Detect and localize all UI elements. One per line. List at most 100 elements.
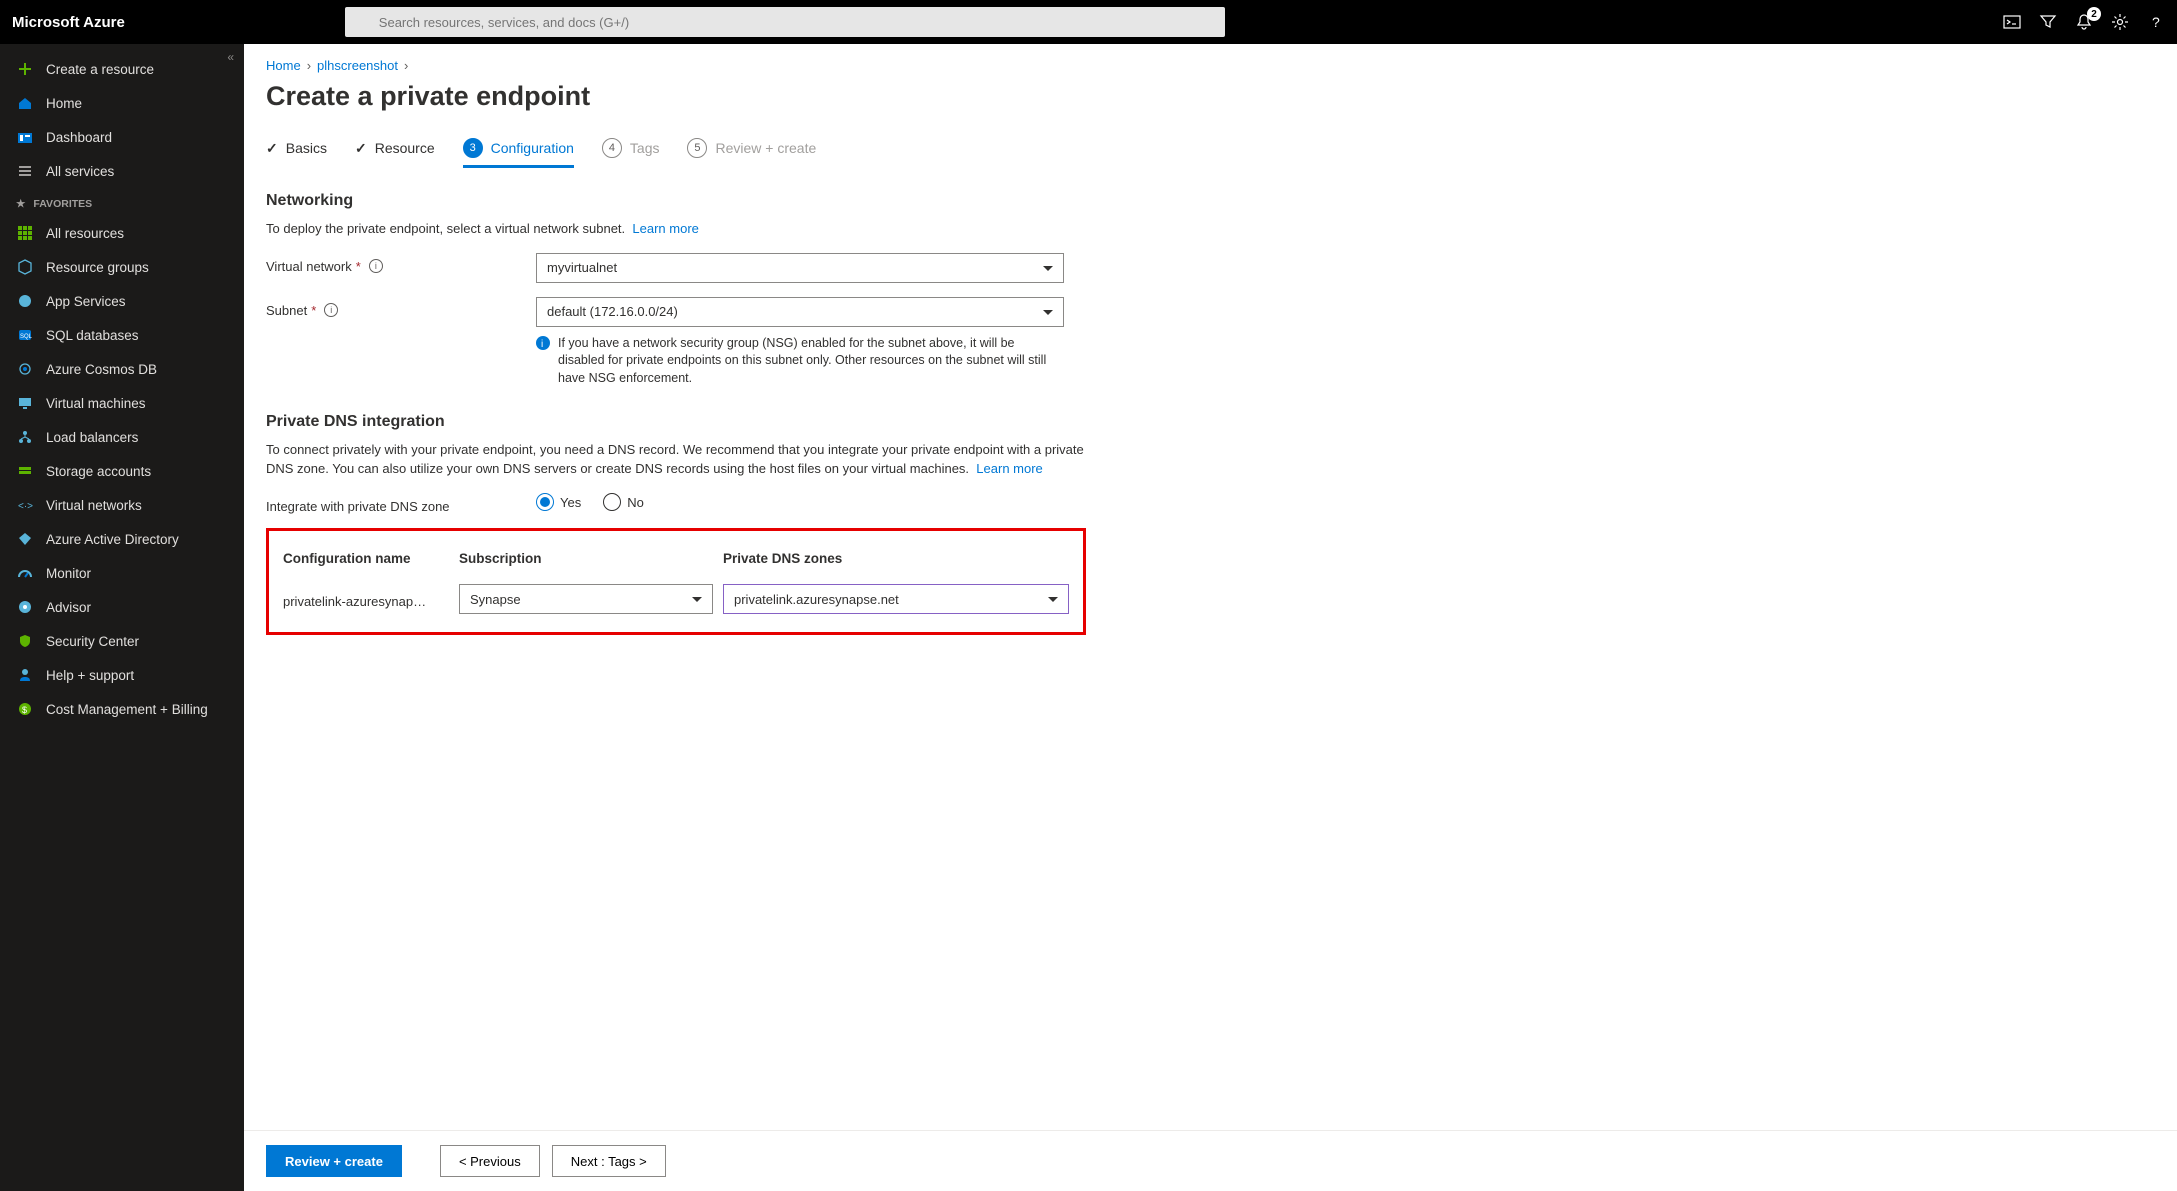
gauge-icon xyxy=(16,564,34,582)
shield-icon xyxy=(16,632,34,650)
info-icon[interactable]: i xyxy=(324,303,338,317)
sidebar-item-cost[interactable]: $Cost Management + Billing xyxy=(0,692,244,726)
person-icon xyxy=(16,666,34,684)
settings-icon[interactable] xyxy=(2111,13,2129,31)
dns-zone-table: Configuration name Subscription Private … xyxy=(266,528,1086,635)
info-icon[interactable]: i xyxy=(369,259,383,273)
radio-yes[interactable]: Yes xyxy=(536,493,581,511)
sidebar-item-label: Home xyxy=(46,96,82,111)
notifications-icon[interactable]: 2 xyxy=(2075,13,2093,31)
sidebar-item-label: Resource groups xyxy=(46,260,149,275)
sidebar-item-label: Storage accounts xyxy=(46,464,151,479)
sidebar-item-label: Load balancers xyxy=(46,430,138,445)
breadcrumb: Home › plhscreenshot › xyxy=(266,58,2155,73)
integrate-label: Integrate with private DNS zone xyxy=(266,493,536,514)
section-title: Private DNS integration xyxy=(266,413,2155,431)
col-zones: Private DNS zones xyxy=(723,551,1069,566)
star-icon: ★ xyxy=(16,198,25,210)
sidebar-item-cosmos[interactable]: Azure Cosmos DB xyxy=(0,352,244,386)
wizard-footer: Review + create < Previous Next : Tags > xyxy=(244,1130,2177,1191)
sidebar-item-advisor[interactable]: Advisor xyxy=(0,590,244,624)
collapse-sidebar-icon[interactable]: « xyxy=(227,50,234,64)
sidebar-item-label: Monitor xyxy=(46,566,91,581)
next-button[interactable]: Next : Tags > xyxy=(552,1145,666,1177)
sidebar-item-aad[interactable]: Azure Active Directory xyxy=(0,522,244,556)
sidebar-item-sql[interactable]: SQLSQL databases xyxy=(0,318,244,352)
list-icon xyxy=(16,162,34,180)
svg-text:$: $ xyxy=(22,705,27,715)
sidebar-item-resource-groups[interactable]: Resource groups xyxy=(0,250,244,284)
sidebar-item-help[interactable]: Help + support xyxy=(0,658,244,692)
sidebar-item-storage[interactable]: Storage accounts xyxy=(0,454,244,488)
tab-configuration[interactable]: 3Configuration xyxy=(463,138,574,168)
section-desc: To deploy the private endpoint, select a… xyxy=(266,220,1086,239)
table-header: Configuration name Subscription Private … xyxy=(283,541,1069,584)
sidebar-item-label: Azure Active Directory xyxy=(46,532,179,547)
tab-tags[interactable]: 4Tags xyxy=(602,138,660,168)
subscription-select[interactable]: Synapse xyxy=(459,584,713,614)
breadcrumb-item[interactable]: plhscreenshot xyxy=(317,58,398,73)
notification-badge: 2 xyxy=(2087,7,2101,21)
previous-button[interactable]: < Previous xyxy=(440,1145,540,1177)
radio-dot-icon xyxy=(603,493,621,511)
svg-text:i: i xyxy=(541,339,543,350)
directory-filter-icon[interactable] xyxy=(2039,13,2057,31)
top-bar: Microsoft Azure 2 ? xyxy=(0,0,2177,44)
sidebar-item-vm[interactable]: Virtual machines xyxy=(0,386,244,420)
top-icons: 2 ? xyxy=(2003,13,2165,31)
tab-review[interactable]: 5Review + create xyxy=(687,138,816,168)
learn-more-link[interactable]: Learn more xyxy=(632,221,698,236)
sidebar-item-label: Help + support xyxy=(46,668,134,683)
favorites-label: ★ FAVORITES xyxy=(0,188,244,216)
sidebar-create-resource[interactable]: Create a resource xyxy=(0,52,244,86)
vnet-label: Virtual network*i xyxy=(266,253,536,274)
sidebar-item-vnet[interactable]: <·> Virtual networks xyxy=(0,488,244,522)
sidebar-dashboard[interactable]: Dashboard xyxy=(0,120,244,154)
svg-text:SQL: SQL xyxy=(20,334,33,340)
radio-dot-icon xyxy=(536,493,554,511)
main-content: Home › plhscreenshot › Create a private … xyxy=(244,44,2177,1191)
help-icon[interactable]: ? xyxy=(2147,13,2165,31)
cloud-shell-icon[interactable] xyxy=(2003,13,2021,31)
dns-section: Private DNS integration To connect priva… xyxy=(266,413,2155,635)
sidebar-item-label: All resources xyxy=(46,226,124,241)
globe-icon xyxy=(16,292,34,310)
sidebar-item-label: Advisor xyxy=(46,600,91,615)
sidebar-item-security[interactable]: Security Center xyxy=(0,624,244,658)
dns-zone-select[interactable]: privatelink.azuresynapse.net xyxy=(723,584,1069,614)
grid-icon xyxy=(16,224,34,242)
sidebar-item-label: Virtual networks xyxy=(46,498,142,513)
sql-icon: SQL xyxy=(16,326,34,344)
sidebar-item-lb[interactable]: Load balancers xyxy=(0,420,244,454)
sidebar-item-monitor[interactable]: Monitor xyxy=(0,556,244,590)
sidebar-item-all-resources[interactable]: All resources xyxy=(0,216,244,250)
tab-resource[interactable]: Resource xyxy=(355,140,435,167)
lb-icon xyxy=(16,428,34,446)
sidebar-all-services[interactable]: All services xyxy=(0,154,244,188)
subnet-hint: i If you have a network security group (… xyxy=(536,335,1064,388)
review-create-button[interactable]: Review + create xyxy=(266,1145,402,1177)
learn-more-link[interactable]: Learn more xyxy=(976,461,1042,476)
advisor-icon xyxy=(16,598,34,616)
tab-basics[interactable]: Basics xyxy=(266,140,327,167)
table-row: privatelink-azuresynap… Synapse privatel… xyxy=(283,584,1069,614)
vnet-select[interactable]: myvirtualnet xyxy=(536,253,1064,283)
plus-icon xyxy=(16,60,34,78)
page-title: Create a private endpoint xyxy=(266,81,2155,112)
cosmos-icon xyxy=(16,360,34,378)
section-title: Networking xyxy=(266,192,2155,210)
svg-text:?: ? xyxy=(2152,14,2160,30)
integrate-radio-group: Yes No xyxy=(536,493,1064,511)
radio-no[interactable]: No xyxy=(603,493,644,511)
sidebar-home[interactable]: Home xyxy=(0,86,244,120)
sidebar-item-label: Dashboard xyxy=(46,130,112,145)
chevron-right-icon: › xyxy=(404,58,408,73)
breadcrumb-home[interactable]: Home xyxy=(266,58,301,73)
subnet-select[interactable]: default (172.16.0.0/24) xyxy=(536,297,1064,327)
vnet-icon: <·> xyxy=(16,496,34,514)
sidebar-item-app-services[interactable]: App Services xyxy=(0,284,244,318)
sidebar-item-label: Azure Cosmos DB xyxy=(46,362,157,377)
sidebar-item-label: Security Center xyxy=(46,634,139,649)
brand-label: Microsoft Azure xyxy=(12,14,125,31)
search-input[interactable] xyxy=(345,7,1225,37)
